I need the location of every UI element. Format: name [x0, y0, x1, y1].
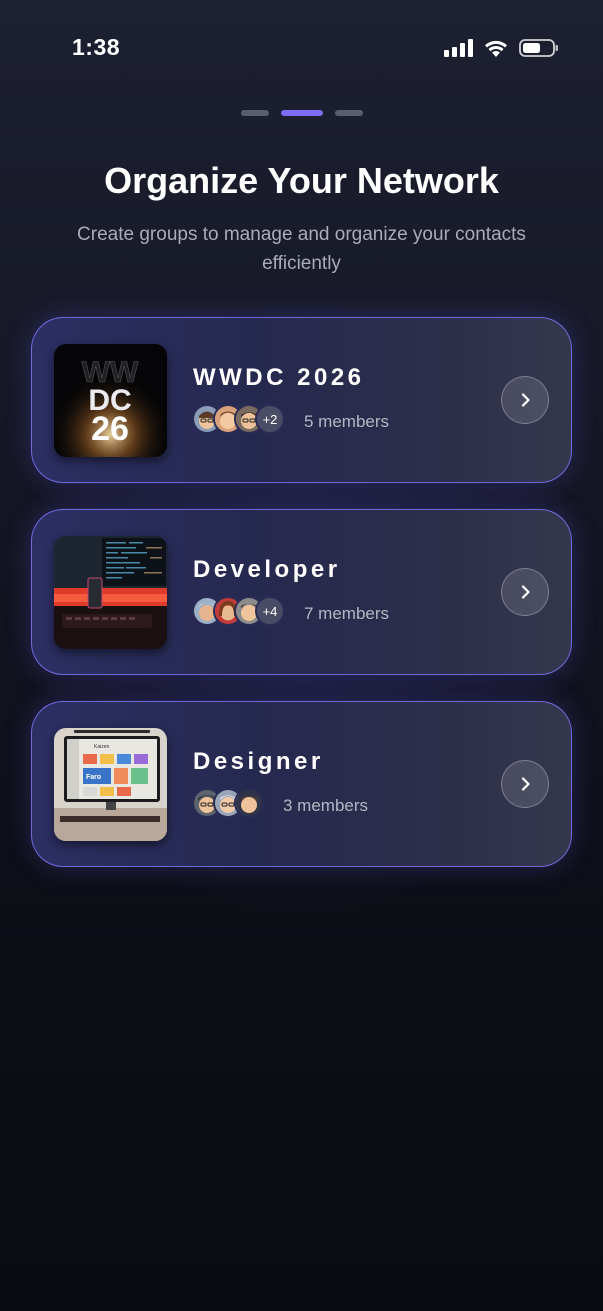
more-members-badge: +4 — [255, 596, 285, 626]
designer-thumb-text-2: Faro — [86, 774, 101, 781]
group-name: Developer — [193, 556, 341, 583]
group-name: Designer — [193, 748, 324, 775]
more-members-badge: +2 — [255, 404, 285, 434]
status-time: 1:38 — [72, 34, 121, 60]
open-group-button[interactable] — [501, 568, 549, 616]
battery-icon — [519, 38, 559, 58]
status-icons — [444, 38, 559, 58]
open-group-button[interactable] — [501, 376, 549, 424]
chevron-right-icon — [521, 393, 530, 407]
member-count: 3 members — [283, 796, 369, 815]
group-card-wwdc-2026[interactable]: WW DC 26 WWDC 2026 +2 5 members — [31, 317, 572, 483]
page-indicator — [0, 110, 603, 116]
member-count: 7 members — [304, 604, 390, 623]
avatar — [234, 788, 264, 818]
wifi-icon — [483, 39, 509, 58]
member-avatars — [192, 788, 264, 818]
open-group-button[interactable] — [501, 760, 549, 808]
member-avatars: +2 — [192, 404, 285, 434]
member-avatars: +4 — [192, 596, 285, 626]
member-count: 5 members — [304, 412, 390, 431]
page-dot-3[interactable] — [334, 110, 363, 116]
status-bar: 1:38 — [0, 0, 603, 96]
group-name: WWDC 2026 — [193, 364, 365, 391]
group-thumbnail-wwdc: WW DC 26 — [54, 344, 167, 457]
page-title: Organize Your Network — [104, 160, 499, 201]
chevron-right-icon — [521, 777, 530, 791]
designer-thumb-text-1: Kaizen — [94, 744, 110, 750]
page-dot-1[interactable] — [240, 110, 269, 116]
group-card-developer[interactable]: Developer +4 7 members — [31, 509, 572, 675]
page-dot-2-active[interactable] — [280, 110, 323, 116]
wwdc-thumb-text-3: 26 — [91, 410, 129, 448]
cellular-signal-icon — [444, 39, 473, 57]
group-thumbnail-designer: Kaizen Faro — [54, 728, 167, 841]
page-subtitle: Create groups to manage and organize you… — [77, 224, 526, 274]
group-card-designer[interactable]: Kaizen Faro Designer 3 members — [31, 701, 572, 867]
chevron-right-icon — [521, 585, 530, 599]
group-thumbnail-developer — [54, 536, 167, 649]
